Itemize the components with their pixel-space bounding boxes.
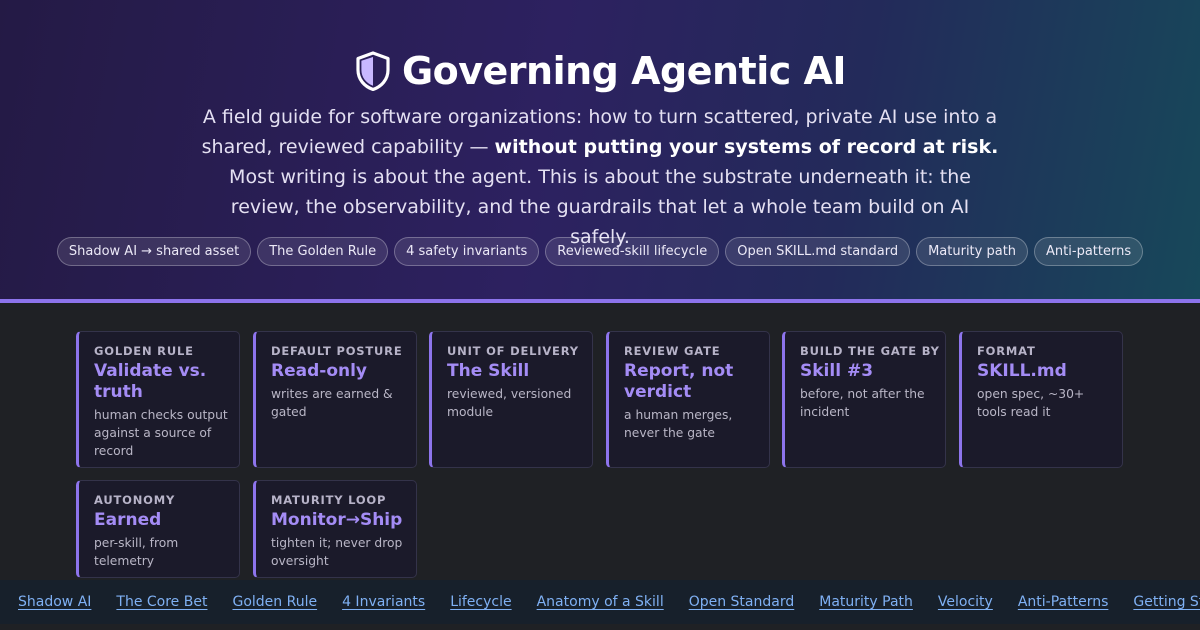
card-maturity-loop: MATURITY LOOP Monitor→Ship tighten it; n… — [253, 480, 417, 578]
card-build-the-gate: BUILD THE GATE BY Skill #3 before, not a… — [782, 331, 946, 468]
title-row: Governing Agentic AI — [0, 46, 1200, 96]
chip-anti-patterns[interactable]: Anti-patterns — [1034, 237, 1144, 266]
nav-link-getting-started[interactable]: Getting Started — [1133, 594, 1200, 610]
card-heading: SKILL.md — [977, 361, 1067, 381]
card-heading: Read-only — [271, 361, 368, 381]
card-autonomy: AUTONOMY Earned per-skill, from telemetr… — [76, 480, 240, 578]
card-review-gate: REVIEW GATE Report, not verdict a human … — [606, 331, 770, 468]
card-note: open spec, ~30+ tools read it — [977, 387, 1085, 419]
card-note: reviewed, versioned module — [447, 387, 572, 419]
card-kicker: BUILD THE GATE BY — [800, 344, 940, 358]
card-heading: Validate vs. truth — [94, 361, 207, 402]
nav-link-shadow-ai[interactable]: Shadow AI — [18, 594, 91, 610]
card-golden-rule: GOLDEN RULE Validate vs. truth human che… — [76, 331, 240, 468]
card-note: a human merges, never the gate — [624, 408, 733, 440]
card-kicker: AUTONOMY — [94, 493, 176, 507]
nav-link-velocity[interactable]: Velocity — [938, 594, 993, 610]
card-note: per-skill, from telemetry — [94, 536, 179, 568]
hero-banner: Governing Agentic AI A field guide for s… — [0, 0, 1200, 300]
card-kicker: UNIT OF DELIVERY — [447, 344, 579, 358]
topic-chips: Shadow AI → shared asset The Golden Rule… — [0, 237, 1200, 266]
nav-link-open-standard[interactable]: Open Standard — [689, 594, 795, 610]
chip-skill-lifecycle[interactable]: Reviewed-skill lifecycle — [545, 237, 720, 266]
subtitle-text-continued: Most writing is about the agent. This is… — [229, 166, 971, 248]
page-subtitle: A field guide for software organizations… — [200, 102, 1000, 252]
chip-shadow-ai[interactable]: Shadow AI → shared asset — [56, 237, 252, 266]
card-heading: The Skill — [447, 361, 530, 381]
chip-skill-standard[interactable]: Open SKILL.md standard — [725, 237, 911, 266]
shield-icon — [354, 51, 392, 91]
section-nav: Shadow AI The Core Bet Golden Rule 4 Inv… — [0, 580, 1200, 624]
card-format: FORMAT SKILL.md open spec, ~30+ tools re… — [959, 331, 1123, 468]
card-kicker: REVIEW GATE — [624, 344, 721, 358]
card-note: tighten it; never drop oversight — [271, 536, 403, 568]
nav-link-golden-rule[interactable]: Golden Rule — [232, 594, 317, 610]
page-title: Governing Agentic AI — [401, 49, 847, 93]
chip-golden-rule[interactable]: The Golden Rule — [257, 237, 389, 266]
card-kicker: GOLDEN RULE — [94, 344, 194, 358]
card-note: writes are earned & gated — [271, 387, 393, 419]
card-heading: Report, not verdict — [624, 361, 734, 402]
nav-link-maturity-path[interactable]: Maturity Path — [819, 594, 913, 610]
card-note: before, not after the incident — [800, 387, 925, 419]
subtitle-emphasis: without putting your systems of record a… — [494, 136, 999, 158]
card-kicker: DEFAULT POSTURE — [271, 344, 403, 358]
card-heading: Monitor→Ship — [271, 510, 403, 530]
nav-link-lifecycle[interactable]: Lifecycle — [450, 594, 511, 610]
footer-strip — [0, 624, 1200, 630]
nav-link-anti-patterns[interactable]: Anti-Patterns — [1018, 594, 1109, 610]
nav-link-core-bet[interactable]: The Core Bet — [116, 594, 207, 610]
nav-link-anatomy[interactable]: Anatomy of a Skill — [537, 594, 664, 610]
card-note: human checks output against a source of … — [94, 408, 228, 458]
hero-divider — [0, 299, 1200, 303]
card-heading: Skill #3 — [800, 361, 874, 381]
chip-maturity-path[interactable]: Maturity path — [916, 237, 1029, 266]
card-heading: Earned — [94, 510, 162, 530]
chip-safety-invariants[interactable]: 4 safety invariants — [394, 237, 540, 266]
nav-link-invariants[interactable]: 4 Invariants — [342, 594, 425, 610]
card-default-posture: DEFAULT POSTURE Read-only writes are ear… — [253, 331, 417, 468]
card-kicker: FORMAT — [977, 344, 1036, 358]
card-kicker: MATURITY LOOP — [271, 493, 387, 507]
card-unit-of-delivery: UNIT OF DELIVERY The Skill reviewed, ver… — [429, 331, 593, 468]
